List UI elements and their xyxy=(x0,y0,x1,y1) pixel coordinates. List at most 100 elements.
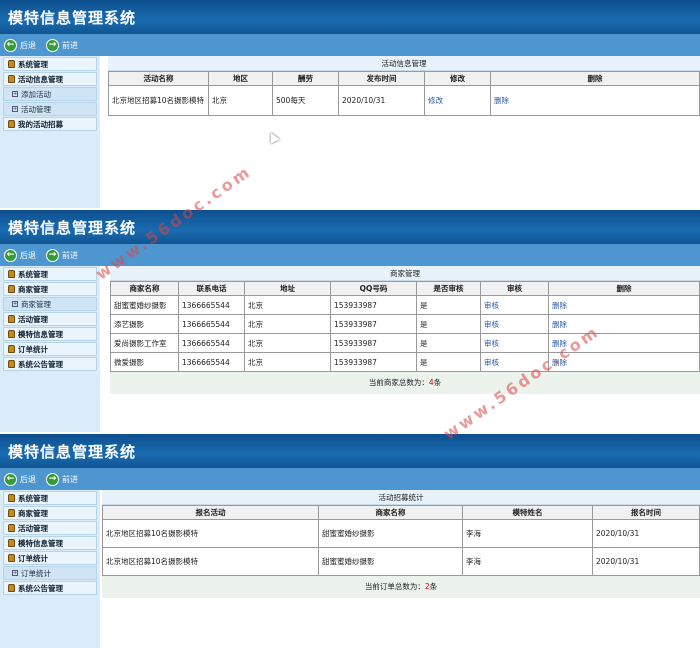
col-header: 报名活动 xyxy=(102,505,319,520)
sidebar-item[interactable]: + 活动管理 xyxy=(3,102,97,116)
sidebar-item[interactable]: 商家管理 xyxy=(3,506,97,520)
panel-recruitment-stats: 模特信息管理系统 ← 后退 → 前进 系统管理 商家管理 活动管理 模特信息管理 订单统计 +… xyxy=(0,434,700,648)
cell-activity: 北京地区招募10名摄影模特 xyxy=(102,519,319,548)
col-header: 活动名称 xyxy=(108,71,209,86)
user-icon xyxy=(8,524,15,532)
cell-approved: 是 xyxy=(420,300,428,310)
sidebar-item[interactable]: + 添加活动 xyxy=(3,87,97,101)
sidebar-item[interactable]: 系统管理 xyxy=(3,491,97,505)
cell-address: 北京 xyxy=(248,338,263,348)
forward-arrow-icon: → xyxy=(46,472,59,486)
expand-icon: + xyxy=(12,106,18,112)
sidebar-item-label: 活动管理 xyxy=(18,314,48,324)
user-icon xyxy=(8,509,15,517)
user-icon xyxy=(8,494,15,502)
sidebar-item[interactable]: 系统公告管理 xyxy=(3,581,97,595)
col-header: 审核 xyxy=(480,281,549,296)
back-label: 后退 xyxy=(20,40,36,50)
nav-bar: ← 后退 → 前进 xyxy=(0,34,700,56)
approve-link[interactable]: 审核 xyxy=(484,339,499,348)
forward-button[interactable]: → 前进 xyxy=(46,38,78,52)
cell-activity: 北京地区招募10名摄影模特 xyxy=(102,547,319,576)
app-header: 模特信息管理系统 xyxy=(0,0,700,34)
sidebar-item[interactable]: 系统管理 xyxy=(3,57,97,71)
sidebar-item[interactable]: 模特信息管理 xyxy=(3,327,97,341)
cell-region: 北京 xyxy=(208,85,273,116)
user-icon xyxy=(8,330,15,338)
sidebar-item[interactable]: 系统公告管理 xyxy=(3,357,97,371)
col-header: 删除 xyxy=(548,281,700,296)
cell-merchant: 甜蜜蜜婚纱摄影 xyxy=(318,519,463,548)
back-arrow-icon: ← xyxy=(4,38,17,52)
table-row: 添艺摄影 1366665544 北京 153933987 是 审核 删除 xyxy=(110,314,700,334)
footer-unit: 条 xyxy=(429,582,438,591)
back-button[interactable]: ← 后退 xyxy=(4,38,36,52)
sidebar-item-label: 我的活动招募 xyxy=(18,119,63,129)
user-icon xyxy=(8,360,15,368)
delete-link[interactable]: 删除 xyxy=(494,96,509,105)
cell-model-name: 李海 xyxy=(462,519,593,548)
edit-link[interactable]: 修改 xyxy=(428,96,443,105)
cell-publish-date: 2020/10/31 xyxy=(338,85,425,116)
sidebar-item[interactable]: 我的活动招募 xyxy=(3,117,97,131)
sidebar-item[interactable]: 订单统计 xyxy=(3,342,97,356)
user-icon xyxy=(8,539,15,547)
sidebar-item[interactable]: 系统管理 xyxy=(3,267,97,281)
sidebar-item-label: 订单统计 xyxy=(18,553,48,563)
cell-merchant-name: 爱尚摄影工作室 xyxy=(114,338,167,348)
panel-merchant-management: 模特信息管理系统 ← 后退 → 前进 系统管理 商家管理 + 商家管理 活动管理 模特信息管理… xyxy=(0,210,700,432)
approve-link[interactable]: 审核 xyxy=(484,320,499,329)
cell-address: 北京 xyxy=(248,300,263,310)
app-header: 模特信息管理系统 xyxy=(0,434,700,468)
sidebar-item-label: 系统公告管理 xyxy=(18,359,63,369)
user-icon xyxy=(8,315,15,323)
panel-activity-management: 模特信息管理系统 ← 后退 → 前进 系统管理 活动信息管理 + 添加活动 + 活动管理 我的活… xyxy=(0,0,700,208)
sidebar-item-label: 活动信息管理 xyxy=(18,74,63,84)
user-icon xyxy=(8,554,15,562)
table-header-row: 活动名称 地区 酬劳 发布时间 修改 删除 xyxy=(108,71,700,86)
table-row: 爱尚摄影工作室 1366665544 北京 153933987 是审核 删除 xyxy=(110,333,700,353)
cell-approved: 是 xyxy=(420,338,428,348)
col-header: 酬劳 xyxy=(272,71,339,86)
sidebar: 系统管理 商家管理 活动管理 模特信息管理 订单统计 + 订单统计 系统公告管理 xyxy=(0,490,100,648)
back-label: 后退 xyxy=(20,250,36,260)
sidebar-item-label: 订单统计 xyxy=(18,344,48,354)
sidebar-item[interactable]: + 商家管理 xyxy=(3,297,97,311)
delete-link[interactable]: 删除 xyxy=(552,301,567,310)
merchant-count-footer: 当前商家总数为：4条 xyxy=(110,372,700,394)
user-icon xyxy=(8,584,15,592)
col-header: 地址 xyxy=(244,281,331,296)
cell-qq: 153933987 xyxy=(334,319,377,329)
cell-pay: 500每天 xyxy=(272,85,339,116)
sidebar-item[interactable]: 商家管理 xyxy=(3,282,97,296)
sidebar-item-label: 添加活动 xyxy=(21,89,51,99)
col-header: 联系电话 xyxy=(178,281,245,296)
back-arrow-icon: ← xyxy=(4,472,17,486)
forward-button[interactable]: → 前进 xyxy=(46,248,78,262)
user-icon xyxy=(8,120,15,128)
recruitment-table: 报名活动 商家名称 模特姓名 报名时间 北京地区招募10名摄影模特 甜蜜蜜婚纱摄影… xyxy=(102,505,700,576)
sidebar-item[interactable]: 模特信息管理 xyxy=(3,536,97,550)
sidebar-item-label: 系统公告管理 xyxy=(18,583,63,593)
expand-icon: + xyxy=(12,91,18,97)
sidebar-item-label: 商家管理 xyxy=(21,299,51,309)
sidebar-item-label: 订单统计 xyxy=(21,568,51,578)
cell-approved: 是 xyxy=(420,357,428,367)
sidebar-item[interactable]: 订单统计 xyxy=(3,551,97,565)
back-button[interactable]: ← 后退 xyxy=(4,472,36,486)
cell-phone: 1366665544 xyxy=(182,300,230,310)
sidebar-item[interactable]: + 订单统计 xyxy=(3,566,97,580)
back-button[interactable]: ← 后退 xyxy=(4,248,36,262)
delete-link[interactable]: 删除 xyxy=(552,320,567,329)
sidebar-item[interactable]: 活动信息管理 xyxy=(3,72,97,86)
sidebar-item-label: 活动管理 xyxy=(21,104,51,114)
table-row: 甜蜜蜜婚纱摄影 1366665544 北京 153933987 是 审核 删除 xyxy=(110,295,700,315)
sidebar-item-label: 商家管理 xyxy=(18,284,48,294)
footer-unit: 条 xyxy=(433,378,442,387)
sidebar-item[interactable]: 活动管理 xyxy=(3,521,97,535)
col-header: 报名时间 xyxy=(592,505,700,520)
approve-link[interactable]: 审核 xyxy=(484,301,499,310)
approve-link[interactable]: 审核 xyxy=(484,358,499,367)
sidebar-item[interactable]: 活动管理 xyxy=(3,312,97,326)
forward-button[interactable]: → 前进 xyxy=(46,472,78,486)
